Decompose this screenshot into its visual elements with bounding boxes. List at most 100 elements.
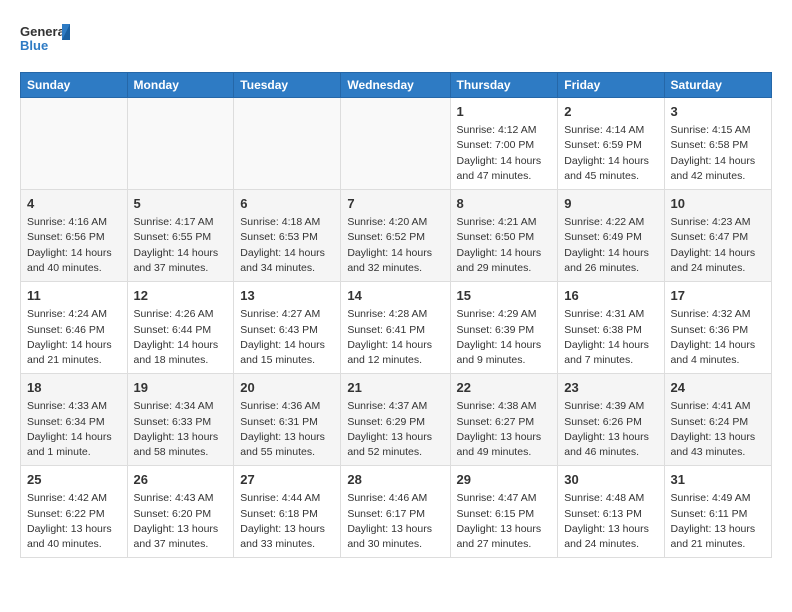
weekday-header-saturday: Saturday <box>664 73 771 98</box>
calendar-week-row: 25 Sunrise: 4:42 AM Sunset: 6:22 PM Dayli… <box>21 466 772 558</box>
calendar-cell: 8 Sunrise: 4:21 AM Sunset: 6:50 PM Daylig… <box>450 190 558 282</box>
calendar-cell: 19 Sunrise: 4:34 AM Sunset: 6:33 PM Dayli… <box>127 374 234 466</box>
calendar-cell: 14 Sunrise: 4:28 AM Sunset: 6:41 PM Dayli… <box>341 282 450 374</box>
day-number: 7 <box>347 195 443 213</box>
calendar-cell: 18 Sunrise: 4:33 AM Sunset: 6:34 PM Dayli… <box>21 374 128 466</box>
day-info: Sunrise: 4:28 AM Sunset: 6:41 PM Dayligh… <box>347 307 443 368</box>
calendar-cell: 17 Sunrise: 4:32 AM Sunset: 6:36 PM Dayli… <box>664 282 771 374</box>
day-info: Sunrise: 4:26 AM Sunset: 6:44 PM Dayligh… <box>134 307 228 368</box>
day-info: Sunrise: 4:27 AM Sunset: 6:43 PM Dayligh… <box>240 307 334 368</box>
day-number: 24 <box>671 379 765 397</box>
calendar-week-row: 18 Sunrise: 4:33 AM Sunset: 6:34 PM Dayli… <box>21 374 772 466</box>
day-number: 31 <box>671 471 765 489</box>
page: General Blue SundayMondayTuesdayWednesda… <box>0 0 792 568</box>
day-info: Sunrise: 4:34 AM Sunset: 6:33 PM Dayligh… <box>134 399 228 460</box>
calendar-cell: 31Sunrise: 4:49 AM Sunset: 6:11 PM Dayli… <box>664 466 771 558</box>
day-info: Sunrise: 4:42 AM Sunset: 6:22 PM Dayligh… <box>27 491 121 552</box>
day-number: 4 <box>27 195 121 213</box>
day-number: 9 <box>564 195 657 213</box>
day-number: 29 <box>457 471 552 489</box>
day-number: 10 <box>671 195 765 213</box>
day-number: 1 <box>457 103 552 121</box>
calendar-cell: 26Sunrise: 4:43 AM Sunset: 6:20 PM Dayli… <box>127 466 234 558</box>
day-info: Sunrise: 4:20 AM Sunset: 6:52 PM Dayligh… <box>347 215 443 276</box>
day-number: 19 <box>134 379 228 397</box>
day-info: Sunrise: 4:22 AM Sunset: 6:49 PM Dayligh… <box>564 215 657 276</box>
calendar-week-row: 1Sunrise: 4:12 AM Sunset: 7:00 PM Daylig… <box>21 98 772 190</box>
calendar-week-row: 11 Sunrise: 4:24 AM Sunset: 6:46 PM Dayli… <box>21 282 772 374</box>
calendar-cell: 30 Sunrise: 4:48 AM Sunset: 6:13 PM Dayli… <box>558 466 664 558</box>
calendar-cell: 2 Sunrise: 4:14 AM Sunset: 6:59 PM Daylig… <box>558 98 664 190</box>
weekday-header-monday: Monday <box>127 73 234 98</box>
day-info: Sunrise: 4:29 AM Sunset: 6:39 PM Dayligh… <box>457 307 552 368</box>
calendar-cell: 13 Sunrise: 4:27 AM Sunset: 6:43 PM Dayli… <box>234 282 341 374</box>
calendar-cell: 22 Sunrise: 4:38 AM Sunset: 6:27 PM Dayli… <box>450 374 558 466</box>
calendar-cell: 24 Sunrise: 4:41 AM Sunset: 6:24 PM Dayli… <box>664 374 771 466</box>
calendar-cell: 5 Sunrise: 4:17 AM Sunset: 6:55 PM Daylig… <box>127 190 234 282</box>
day-info: Sunrise: 4:21 AM Sunset: 6:50 PM Dayligh… <box>457 215 552 276</box>
day-info: Sunrise: 4:44 AM Sunset: 6:18 PM Dayligh… <box>240 491 334 552</box>
calendar-body: 1Sunrise: 4:12 AM Sunset: 7:00 PM Daylig… <box>21 98 772 558</box>
day-info: Sunrise: 4:48 AM Sunset: 6:13 PM Dayligh… <box>564 491 657 552</box>
calendar-cell <box>341 98 450 190</box>
day-number: 8 <box>457 195 552 213</box>
weekday-header-wednesday: Wednesday <box>341 73 450 98</box>
day-number: 2 <box>564 103 657 121</box>
day-number: 28 <box>347 471 443 489</box>
day-number: 11 <box>27 287 121 305</box>
calendar-cell <box>234 98 341 190</box>
day-number: 20 <box>240 379 334 397</box>
day-number: 14 <box>347 287 443 305</box>
calendar-cell: 7 Sunrise: 4:20 AM Sunset: 6:52 PM Daylig… <box>341 190 450 282</box>
day-number: 30 <box>564 471 657 489</box>
day-number: 12 <box>134 287 228 305</box>
calendar-cell: 25 Sunrise: 4:42 AM Sunset: 6:22 PM Dayli… <box>21 466 128 558</box>
day-number: 27 <box>240 471 334 489</box>
day-number: 13 <box>240 287 334 305</box>
day-info: Sunrise: 4:31 AM Sunset: 6:38 PM Dayligh… <box>564 307 657 368</box>
logo: General Blue <box>20 20 70 62</box>
day-number: 25 <box>27 471 121 489</box>
day-info: Sunrise: 4:15 AM Sunset: 6:58 PM Dayligh… <box>671 123 765 184</box>
calendar-table: SundayMondayTuesdayWednesdayThursdayFrid… <box>20 72 772 558</box>
day-info: Sunrise: 4:32 AM Sunset: 6:36 PM Dayligh… <box>671 307 765 368</box>
generalblue-logo: General Blue <box>20 20 70 62</box>
calendar-cell: 29Sunrise: 4:47 AM Sunset: 6:15 PM Dayli… <box>450 466 558 558</box>
day-info: Sunrise: 4:43 AM Sunset: 6:20 PM Dayligh… <box>134 491 228 552</box>
calendar-cell: 28Sunrise: 4:46 AM Sunset: 6:17 PM Dayli… <box>341 466 450 558</box>
day-number: 22 <box>457 379 552 397</box>
day-number: 21 <box>347 379 443 397</box>
weekday-header-friday: Friday <box>558 73 664 98</box>
day-number: 17 <box>671 287 765 305</box>
calendar-cell: 1Sunrise: 4:12 AM Sunset: 7:00 PM Daylig… <box>450 98 558 190</box>
day-number: 3 <box>671 103 765 121</box>
day-info: Sunrise: 4:17 AM Sunset: 6:55 PM Dayligh… <box>134 215 228 276</box>
calendar-cell: 21Sunrise: 4:37 AM Sunset: 6:29 PM Dayli… <box>341 374 450 466</box>
day-number: 16 <box>564 287 657 305</box>
day-number: 23 <box>564 379 657 397</box>
calendar-cell: 20Sunrise: 4:36 AM Sunset: 6:31 PM Dayli… <box>234 374 341 466</box>
calendar-cell <box>21 98 128 190</box>
day-number: 18 <box>27 379 121 397</box>
svg-text:Blue: Blue <box>20 38 48 53</box>
calendar-header: SundayMondayTuesdayWednesdayThursdayFrid… <box>21 73 772 98</box>
day-info: Sunrise: 4:14 AM Sunset: 6:59 PM Dayligh… <box>564 123 657 184</box>
calendar-cell: 3 Sunrise: 4:15 AM Sunset: 6:58 PM Daylig… <box>664 98 771 190</box>
weekday-header-thursday: Thursday <box>450 73 558 98</box>
calendar-cell: 10Sunrise: 4:23 AM Sunset: 6:47 PM Dayli… <box>664 190 771 282</box>
day-info: Sunrise: 4:33 AM Sunset: 6:34 PM Dayligh… <box>27 399 121 460</box>
calendar-cell: 6Sunrise: 4:18 AM Sunset: 6:53 PM Daylig… <box>234 190 341 282</box>
day-info: Sunrise: 4:24 AM Sunset: 6:46 PM Dayligh… <box>27 307 121 368</box>
calendar-cell: 16 Sunrise: 4:31 AM Sunset: 6:38 PM Dayli… <box>558 282 664 374</box>
weekday-header-tuesday: Tuesday <box>234 73 341 98</box>
day-number: 15 <box>457 287 552 305</box>
day-number: 5 <box>134 195 228 213</box>
day-info: Sunrise: 4:38 AM Sunset: 6:27 PM Dayligh… <box>457 399 552 460</box>
day-info: Sunrise: 4:41 AM Sunset: 6:24 PM Dayligh… <box>671 399 765 460</box>
svg-text:General: General <box>20 24 68 39</box>
calendar-week-row: 4Sunrise: 4:16 AM Sunset: 6:56 PM Daylig… <box>21 190 772 282</box>
day-number: 6 <box>240 195 334 213</box>
header: General Blue <box>20 20 772 62</box>
calendar-cell: 4Sunrise: 4:16 AM Sunset: 6:56 PM Daylig… <box>21 190 128 282</box>
calendar-cell: 9 Sunrise: 4:22 AM Sunset: 6:49 PM Daylig… <box>558 190 664 282</box>
